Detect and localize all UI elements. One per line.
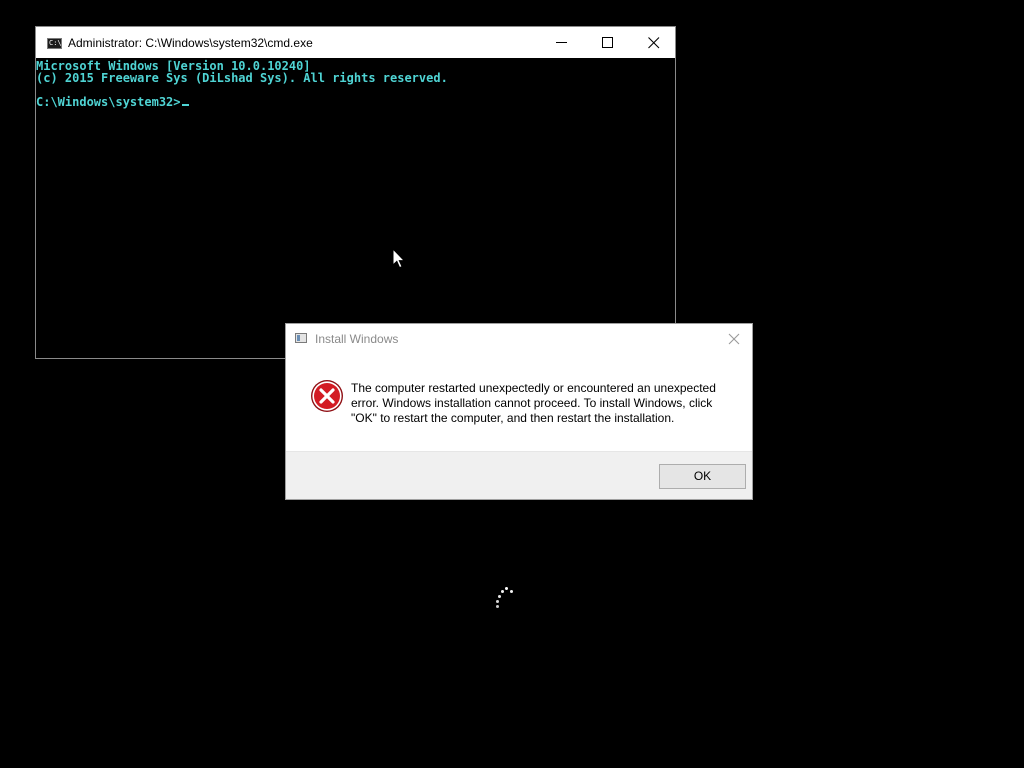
spinner-dot <box>496 605 499 608</box>
close-icon[interactable] <box>726 331 742 347</box>
dialog-title: Install Windows <box>315 332 399 346</box>
spinner-dot <box>498 595 501 598</box>
text-cursor <box>181 104 189 106</box>
console-line: (c) 2015 Freeware Sys (DiLshad Sys). All… <box>36 71 448 85</box>
cmd-titlebar[interactable]: C:\ Administrator: C:\Windows\system32\c… <box>36 27 675 58</box>
dialog-app-icon <box>295 333 307 343</box>
cmd-maximize-button[interactable] <box>585 27 631 58</box>
cmd-app-icon-glyph: C:\ <box>49 39 62 47</box>
spinner-dot <box>496 600 499 603</box>
spinner-dot <box>505 587 508 590</box>
error-icon <box>311 380 343 412</box>
minimize-icon <box>556 42 567 43</box>
desktop-screen: C:\ Administrator: C:\Windows\system32\c… <box>0 0 1024 768</box>
spinner-dot <box>501 590 504 593</box>
maximize-icon <box>602 37 613 48</box>
console-prompt: C:\Windows\system32> <box>36 95 181 109</box>
spinner-dot <box>510 590 513 593</box>
ok-button[interactable]: OK <box>659 464 746 489</box>
install-windows-dialog[interactable]: Install Windows The computer restarted u… <box>285 323 753 500</box>
cmd-window[interactable]: C:\ Administrator: C:\Windows\system32\c… <box>35 26 676 359</box>
close-icon <box>648 37 660 49</box>
mouse-pointer-icon <box>392 248 405 269</box>
cmd-window-title: Administrator: C:\Windows\system32\cmd.e… <box>68 36 313 50</box>
cmd-console[interactable]: Microsoft Windows [Version 10.0.10240] (… <box>36 58 675 358</box>
dialog-titlebar[interactable]: Install Windows <box>286 324 752 354</box>
loading-spinner-icon <box>492 585 516 613</box>
cmd-app-icon: C:\ <box>47 38 62 49</box>
console-prompt-line[interactable]: C:\Windows\system32> <box>36 96 189 108</box>
cmd-close-button[interactable] <box>631 27 677 58</box>
cmd-minimize-button[interactable] <box>539 27 585 58</box>
dialog-message: The computer restarted unexpectedly or e… <box>351 381 716 425</box>
dialog-footer: OK <box>286 451 752 499</box>
